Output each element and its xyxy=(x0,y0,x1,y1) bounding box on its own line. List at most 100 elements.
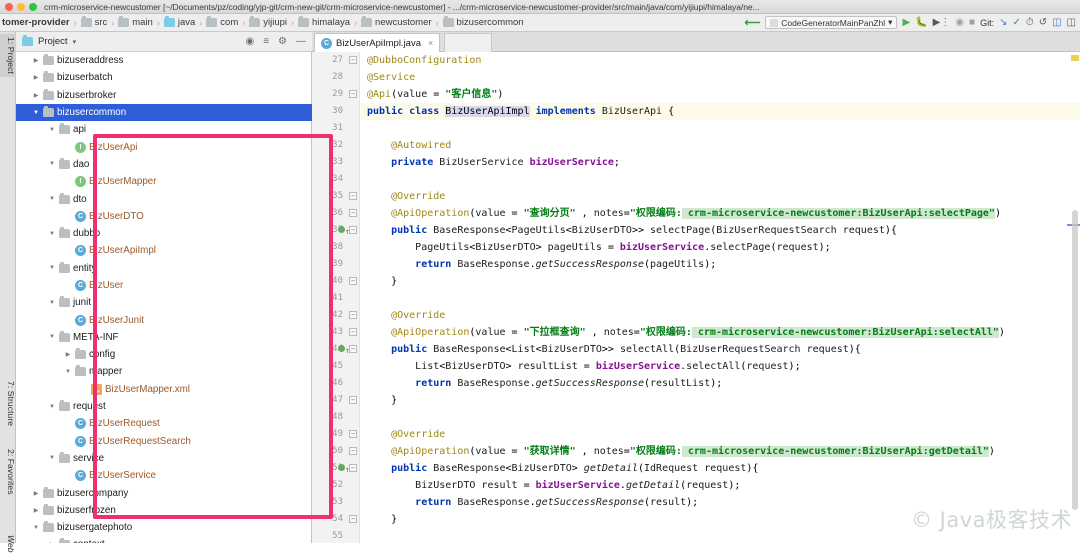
tree-node-bizuserjunit[interactable]: ▶CBizUserJunit xyxy=(16,311,312,328)
code-line-44[interactable]: public BaseResponse<List<BizUserDTO>> se… xyxy=(361,341,1080,358)
gutter-line-51[interactable]: 51−↑ xyxy=(312,460,359,477)
gutter-line-54[interactable]: 54− xyxy=(312,511,359,528)
chevron-down-icon[interactable]: ▼ xyxy=(48,196,56,202)
chevron-down-icon[interactable]: ▼ xyxy=(32,525,40,531)
tree-node-bizuserbatch[interactable]: ▶ bizuserbatch xyxy=(16,69,312,86)
chevron-right-icon[interactable]: ▶ xyxy=(32,57,40,64)
code-line-53[interactable]: return BaseResponse.getSuccessResponse(r… xyxy=(361,494,1080,511)
tree-node-mapper[interactable]: ▼ mapper xyxy=(16,363,312,380)
tool-tab-favorites[interactable]: 2: Favorites xyxy=(0,446,16,498)
gutter-line-31[interactable]: 31 xyxy=(312,120,359,137)
gutter-line-37[interactable]: 37−↑ xyxy=(312,222,359,239)
fold-toggle-icon[interactable]: − xyxy=(349,226,357,234)
fold-toggle-icon[interactable]: − xyxy=(349,56,357,64)
chevron-down-icon[interactable]: ▼ xyxy=(48,161,56,167)
code-line-35[interactable]: @Override xyxy=(361,188,1080,205)
gutter-line-53[interactable]: 53 xyxy=(312,494,359,511)
update-project-icon[interactable]: ↘ xyxy=(999,17,1007,28)
breadcrumb-item-himalaya[interactable]: himalaya xyxy=(296,16,352,28)
fold-toggle-icon[interactable]: − xyxy=(349,464,357,472)
tree-node-bizusercompany[interactable]: ▶ bizusercompany xyxy=(16,484,312,501)
code-line-54[interactable]: } xyxy=(361,511,1080,528)
gutter-line-42[interactable]: 42− xyxy=(312,307,359,324)
run-icon[interactable]: ▶ xyxy=(902,17,910,28)
tree-node-dubbo[interactable]: ▼ dubbo xyxy=(16,225,312,242)
gutter-line-36[interactable]: 36− xyxy=(312,205,359,222)
tree-node-junit[interactable]: ▼ junit xyxy=(16,294,312,311)
implemented-method-marker-icon[interactable] xyxy=(338,226,345,233)
gutter-line-38[interactable]: 38 xyxy=(312,239,359,256)
breadcrumb-item-tomer-provider[interactable]: tomer-provider xyxy=(0,17,72,28)
gutter-line-35[interactable]: 35− xyxy=(312,188,359,205)
maximize-window-button[interactable] xyxy=(29,2,37,11)
code-line-40[interactable]: } xyxy=(361,273,1080,290)
chevron-down-icon[interactable]: ▼ xyxy=(48,231,56,237)
tree-node-bizuserservice[interactable]: ▶CBizUserService xyxy=(16,467,312,484)
breadcrumb-item-src[interactable]: src xyxy=(79,16,110,28)
gutter-line-40[interactable]: 40− xyxy=(312,273,359,290)
code-line-28[interactable]: @Service xyxy=(361,69,1080,86)
code-line-42[interactable]: @Override xyxy=(361,307,1080,324)
gutter-line-39[interactable]: 39 xyxy=(312,256,359,273)
breadcrumb-item-newcustomer[interactable]: newcustomer xyxy=(359,16,434,28)
tree-node-bizusermapper[interactable]: ▶IBizUserMapper xyxy=(16,173,312,190)
tree-node-bizusergatephoto[interactable]: ▼ bizusergatephoto xyxy=(16,519,312,536)
fold-toggle-icon[interactable]: − xyxy=(349,277,357,285)
fold-toggle-icon[interactable]: − xyxy=(349,328,357,336)
editor-tab-bizuserapiimpl[interactable]: C BizUserApiImpl.java × xyxy=(314,33,441,52)
gutter-line-30[interactable]: 30 xyxy=(312,103,359,120)
code-line-41[interactable] xyxy=(361,290,1080,307)
chevron-right-icon[interactable]: ▶ xyxy=(32,490,40,497)
code-viewport[interactable]: 27−2829−303132333435−36−37−↑383940−4142−… xyxy=(312,52,1080,543)
breadcrumb-item-bizusercommon[interactable]: bizusercommon xyxy=(441,16,526,28)
fold-toggle-icon[interactable]: − xyxy=(349,311,357,319)
gutter-line-50[interactable]: 50− xyxy=(312,443,359,460)
tool-tab-web[interactable]: Web xyxy=(0,532,16,556)
tree-node-dao[interactable]: ▼ dao xyxy=(16,156,312,173)
code-line-33[interactable]: private BizUserService bizUserService; xyxy=(361,154,1080,171)
breadcrumb-item-java[interactable]: java xyxy=(162,16,197,28)
chevron-down-icon[interactable]: ▼ xyxy=(48,455,56,461)
warning-marker[interactable] xyxy=(1071,55,1079,61)
tree-node-bizuserrequest[interactable]: ▶CBizUserRequest xyxy=(16,415,312,432)
gutter-line-44[interactable]: 44−↑ xyxy=(312,341,359,358)
code-line-39[interactable]: return BaseResponse.getSuccessResponse(p… xyxy=(361,256,1080,273)
gutter-line-28[interactable]: 28 xyxy=(312,69,359,86)
tree-node-meta-inf[interactable]: ▼ META-INF xyxy=(16,329,312,346)
code-line-48[interactable] xyxy=(361,409,1080,426)
back-arrow-icon[interactable]: ⟵ xyxy=(744,16,760,29)
chevron-right-icon[interactable]: ▶ xyxy=(32,74,40,81)
tree-node-service[interactable]: ▼ service xyxy=(16,450,312,467)
chevron-down-icon[interactable]: ▾ xyxy=(73,38,77,46)
code-line-52[interactable]: BizUserDTO result = bizUserService.getDe… xyxy=(361,477,1080,494)
implemented-method-marker-icon[interactable] xyxy=(338,464,345,471)
project-tree[interactable]: ▶ bizuseraddress ▶ bizuserbatch ▶ bizuserbrok… xyxy=(16,52,312,543)
gutter-line-32[interactable]: 32 xyxy=(312,137,359,154)
chevron-right-icon[interactable]: ▶ xyxy=(64,351,72,358)
editor-gutter[interactable]: 27−2829−303132333435−36−37−↑383940−4142−… xyxy=(312,52,360,543)
code-line-45[interactable]: List<BizUserDTO> resultList = bizUserSer… xyxy=(361,358,1080,375)
code-line-27[interactable]: @DubboConfiguration xyxy=(361,52,1080,69)
code-line-51[interactable]: public BaseResponse<BizUserDTO> getDetai… xyxy=(361,460,1080,477)
fold-toggle-icon[interactable]: − xyxy=(349,430,357,438)
fold-toggle-icon[interactable]: − xyxy=(349,345,357,353)
run-configuration-selector[interactable]: CodeGeneratorMainPanZhl ▾ xyxy=(765,16,898,29)
chevron-down-icon[interactable]: ▼ xyxy=(48,404,56,410)
fold-toggle-icon[interactable]: − xyxy=(349,209,357,217)
gutter-line-55[interactable]: 55 xyxy=(312,528,359,543)
fold-toggle-icon[interactable]: − xyxy=(349,515,357,523)
gutter-line-47[interactable]: 47− xyxy=(312,392,359,409)
code-line-46[interactable]: return BaseResponse.getSuccessResponse(r… xyxy=(361,375,1080,392)
window-controls[interactable] xyxy=(5,2,37,11)
breadcrumb-item-yijiupi[interactable]: yijiupi xyxy=(247,16,289,28)
collapse-all-icon[interactable]: ≡ xyxy=(263,36,269,47)
code-line-30[interactable]: public class BizUserApiImpl implements B… xyxy=(361,103,1080,120)
code-line-38[interactable]: PageUtils<BizUserDTO> pageUtils = bizUse… xyxy=(361,239,1080,256)
fold-toggle-icon[interactable]: − xyxy=(349,192,357,200)
gutter-line-29[interactable]: 29− xyxy=(312,86,359,103)
tool-tab-structure[interactable]: 7: Structure xyxy=(0,378,16,429)
gutter-line-41[interactable]: 41 xyxy=(312,290,359,307)
code-line-36[interactable]: @ApiOperation(value = "查询分页" , notes="权限… xyxy=(361,205,1080,222)
tree-node-bizuserdto[interactable]: ▶CBizUserDTO xyxy=(16,208,312,225)
tree-node-request[interactable]: ▼ request xyxy=(16,398,312,415)
